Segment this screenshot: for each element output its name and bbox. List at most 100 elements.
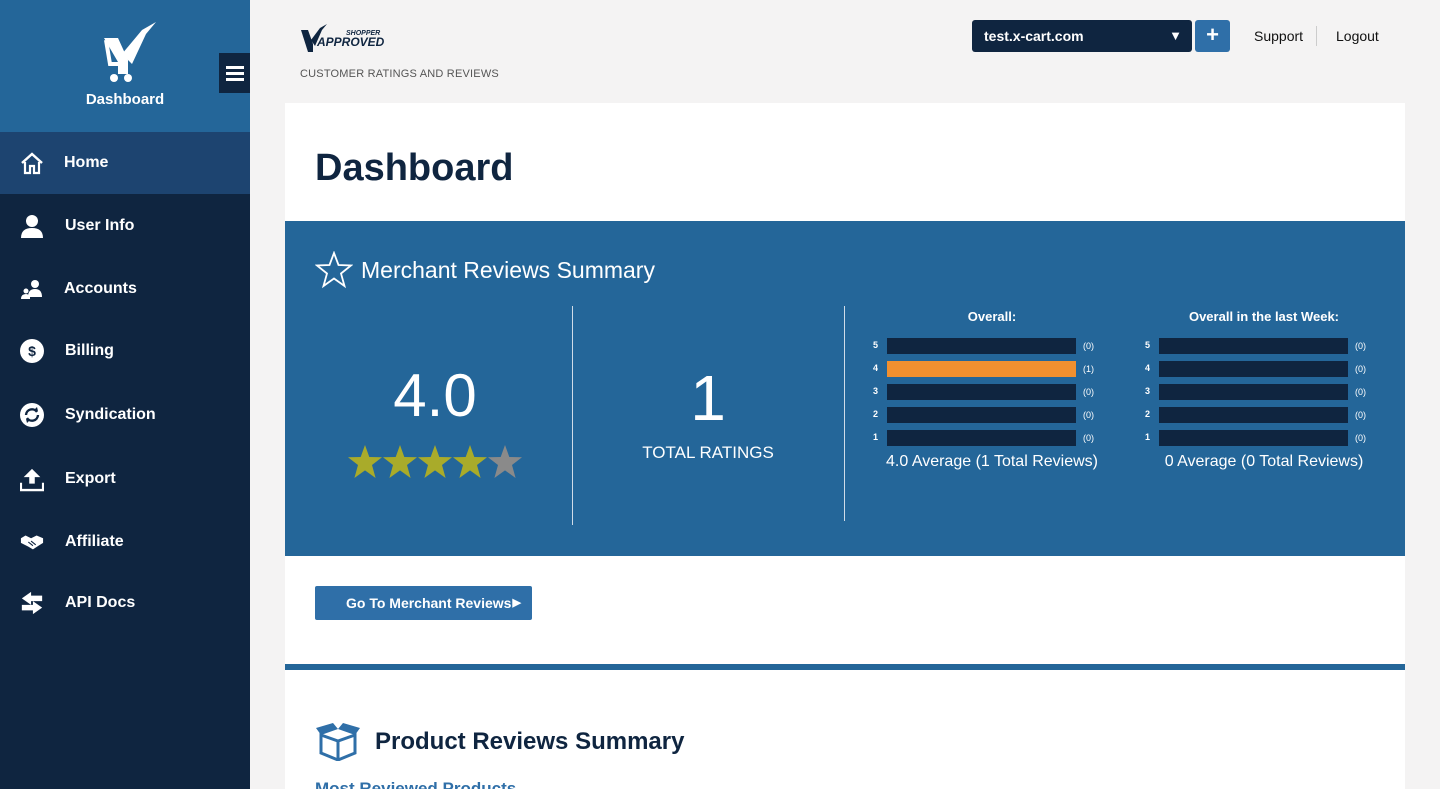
histogram-star-label: 1 xyxy=(873,432,879,442)
section-divider xyxy=(285,664,1405,670)
histogram-count-label: (0) xyxy=(1355,364,1366,374)
merchant-summary-title: Merchant Reviews Summary xyxy=(361,257,655,283)
page-title: Dashboard xyxy=(315,147,514,189)
logout-link[interactable]: Logout xyxy=(1336,28,1379,44)
histogram-count-label: (0) xyxy=(1355,410,1366,420)
hamburger-icon-bar xyxy=(225,65,244,69)
histogram-row: 4 (1) xyxy=(873,361,1137,384)
sidebar-item-label: Affiliate xyxy=(65,533,124,550)
brand-subtitle: CUSTOMER RATINGS AND REVIEWS xyxy=(300,68,499,80)
support-link[interactable]: Support xyxy=(1254,28,1303,44)
histogram-count-label: (0) xyxy=(1083,387,1094,397)
histogram-count-label: (0) xyxy=(1083,410,1094,420)
sidebar-item-label: Export xyxy=(65,470,116,487)
total-ratings-value: 1 xyxy=(690,362,726,434)
sidebar-item-label: Syndication xyxy=(65,406,156,423)
histogram-bar-track xyxy=(1159,430,1348,446)
histogram-rows: 5 (0) 4 (0) 3 (0) 2 (0) 1 (0) xyxy=(1145,338,1409,453)
histogram-row: 5 (0) xyxy=(1145,338,1409,361)
add-site-button[interactable]: + xyxy=(1195,20,1230,52)
main-content: Dashboard Merchant Reviews Summary 4.0 1… xyxy=(285,103,1405,789)
most-reviewed-products-link[interactable]: Most Reviewed Products xyxy=(315,779,516,789)
histogram-star-label: 3 xyxy=(873,386,879,396)
accounts-icon xyxy=(20,277,44,301)
histogram-row: 1 (0) xyxy=(1145,430,1409,453)
svg-text:APPROVED: APPROVED xyxy=(316,35,385,49)
home-icon xyxy=(20,151,44,175)
histogram-heading: Overall: xyxy=(967,309,1017,324)
sidebar-header: Dashboard xyxy=(0,0,250,132)
sidebar-item-label: API Docs xyxy=(65,594,136,611)
merchant-reviews-summary-panel: Merchant Reviews Summary 4.0 1 TOTAL RAT… xyxy=(285,221,1405,556)
box-icon xyxy=(316,723,360,761)
histogram-row: 3 (0) xyxy=(1145,384,1409,407)
histogram-bar-fill xyxy=(887,361,1076,377)
sync-icon xyxy=(20,403,44,427)
svg-text:$: $ xyxy=(28,343,36,359)
histogram-row: 2 (0) xyxy=(1145,407,1409,430)
sidebar-item-api-docs[interactable]: API Docs xyxy=(0,572,250,634)
sidebar-item-accounts[interactable]: Accounts xyxy=(0,258,250,320)
star-rating xyxy=(347,444,522,480)
histogram-bar-track xyxy=(887,384,1076,400)
histogram-star-label: 3 xyxy=(1145,386,1151,396)
sidebar-item-affiliate[interactable]: Affiliate xyxy=(0,511,250,573)
sidebar-item-label: Home xyxy=(64,154,109,171)
shopper-approved-brand-logo-icon[interactable]: SHOPPER APPROVED xyxy=(300,22,400,54)
caret-down-icon: ▼ xyxy=(1169,28,1182,43)
handshake-icon xyxy=(20,530,44,554)
star-filled-icon xyxy=(418,445,452,478)
user-icon xyxy=(20,214,44,238)
last-week-histogram: Overall in the last Week: 5 (0) 4 (0) 3 (0) 2 (… xyxy=(1145,309,1409,471)
histogram-star-label: 2 xyxy=(1145,409,1151,419)
product-reviews-summary-title: Product Reviews Summary xyxy=(375,728,685,755)
histogram-star-label: 4 xyxy=(1145,363,1151,373)
hamburger-icon-bar xyxy=(225,71,244,75)
site-selector-value: test.x-cart.com xyxy=(984,28,1084,44)
star-filled-icon xyxy=(383,445,417,478)
histogram-bar-track xyxy=(1159,407,1348,423)
sidebar-item-billing[interactable]: $ Billing xyxy=(0,320,250,382)
histogram-count-label: (0) xyxy=(1083,433,1094,443)
histogram-count-label: (0) xyxy=(1355,387,1366,397)
histogram-star-label: 1 xyxy=(1145,432,1151,442)
histogram-star-label: 5 xyxy=(1145,340,1151,350)
play-arrow-icon: ▶ xyxy=(512,597,521,609)
histogram-row: 3 (0) xyxy=(873,384,1137,407)
histogram-heading: Overall in the last Week: xyxy=(1188,309,1340,324)
star-outline-icon xyxy=(315,251,353,289)
histogram-count-label: (0) xyxy=(1083,341,1094,351)
histogram-bar-track xyxy=(1159,361,1348,377)
histogram-average-summary: 4.0 Average (1 Total Reviews) xyxy=(886,453,1098,470)
histogram-bar-track xyxy=(887,361,1076,377)
go-button-label: Go To Merchant Reviews xyxy=(346,595,512,611)
sidebar-item-syndication[interactable]: Syndication xyxy=(0,384,250,446)
sidebar-item-user-info[interactable]: User Info xyxy=(0,195,250,257)
sidebar-item-export[interactable]: Export xyxy=(0,448,250,510)
histogram-star-label: 4 xyxy=(873,363,879,373)
histogram-rows: 5 (0) 4 (1) 3 (0) 2 (0) 1 (0) xyxy=(873,338,1137,453)
shopper-approved-logo-icon[interactable] xyxy=(98,20,164,84)
sidebar-item-label: User Info xyxy=(65,217,135,234)
menu-toggle-button[interactable] xyxy=(219,53,250,93)
histogram-bar-track xyxy=(887,338,1076,354)
sidebar: Dashboard Home User Info Accounts $ Bill… xyxy=(0,0,250,789)
histogram-row: 2 (0) xyxy=(873,407,1137,430)
hamburger-icon-bar xyxy=(225,77,244,81)
sidebar-title: Dashboard xyxy=(85,91,165,108)
site-selector-dropdown[interactable]: test.x-cart.com ▼ xyxy=(972,20,1192,52)
go-to-merchant-reviews-button[interactable]: Go To Merchant Reviews ▶ xyxy=(315,586,532,620)
histogram-star-label: 5 xyxy=(873,340,879,350)
sidebar-item-home[interactable]: Home xyxy=(0,132,250,194)
histogram-row: 4 (0) xyxy=(1145,361,1409,384)
histogram-bar-track xyxy=(1159,338,1348,354)
histogram-count-label: (0) xyxy=(1355,433,1366,443)
histogram-bar-track xyxy=(887,430,1076,446)
histogram-row: 1 (0) xyxy=(873,430,1137,453)
histogram-average-summary: 0 Average (0 Total Reviews) xyxy=(1164,453,1364,470)
histogram-count-label: (1) xyxy=(1083,364,1094,374)
star-empty-icon xyxy=(488,445,522,478)
upload-icon xyxy=(20,467,44,492)
dollar-icon: $ xyxy=(20,339,44,363)
header-divider xyxy=(1316,26,1317,46)
